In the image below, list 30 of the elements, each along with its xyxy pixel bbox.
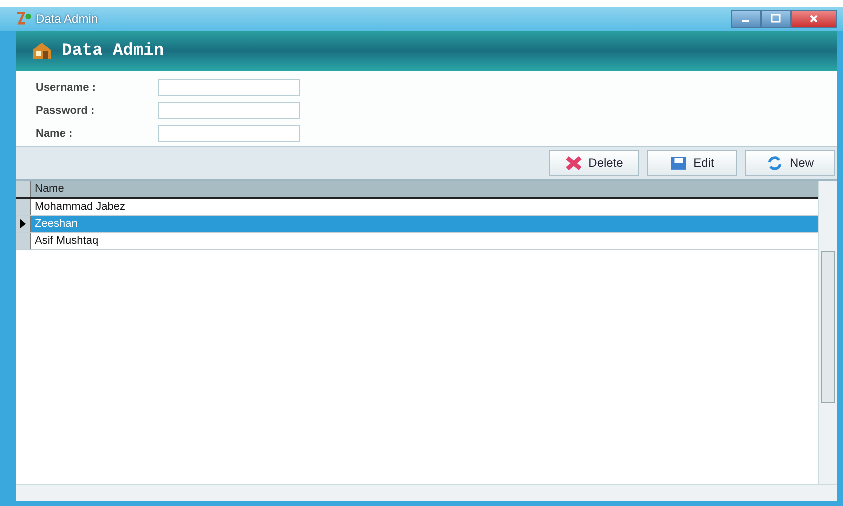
row-header[interactable] [16,216,31,232]
table-cell-text: Asif Mushtaq [34,235,99,247]
header-title: Data Admin [62,42,164,60]
row-pointer-icon [20,219,26,229]
field-label: Name : [36,128,74,140]
app-icon [16,12,32,26]
maximize-icon [771,14,781,24]
input-field[interactable] [158,79,300,96]
input-field[interactable] [158,125,300,142]
refresh-icon [766,156,784,170]
table-row[interactable]: Asif Mushtaq [16,233,818,250]
minimize-button[interactable] [731,10,761,28]
window-title: Data Admin [36,12,98,26]
delete-button[interactable]: Delete [549,150,639,176]
edit-button[interactable]: Edit [647,150,737,176]
vertical-scrollbar[interactable] [818,181,837,484]
maximize-button[interactable] [761,10,791,28]
input-field[interactable] [158,102,300,119]
close-button[interactable] [791,10,837,28]
table-cell-text: Zeeshan [34,218,78,230]
horizontal-scrollbar[interactable] [16,484,837,501]
close-icon [809,14,819,24]
field-label: Username : [36,82,97,94]
table-cell-text: Mohammad Jabez [34,201,126,213]
close-icon [564,156,583,170]
house-icon [32,42,52,60]
row-header [16,181,31,197]
column-header[interactable]: Name [31,183,64,195]
field-label: Password : [36,104,96,116]
new-button[interactable]: New [745,150,835,176]
